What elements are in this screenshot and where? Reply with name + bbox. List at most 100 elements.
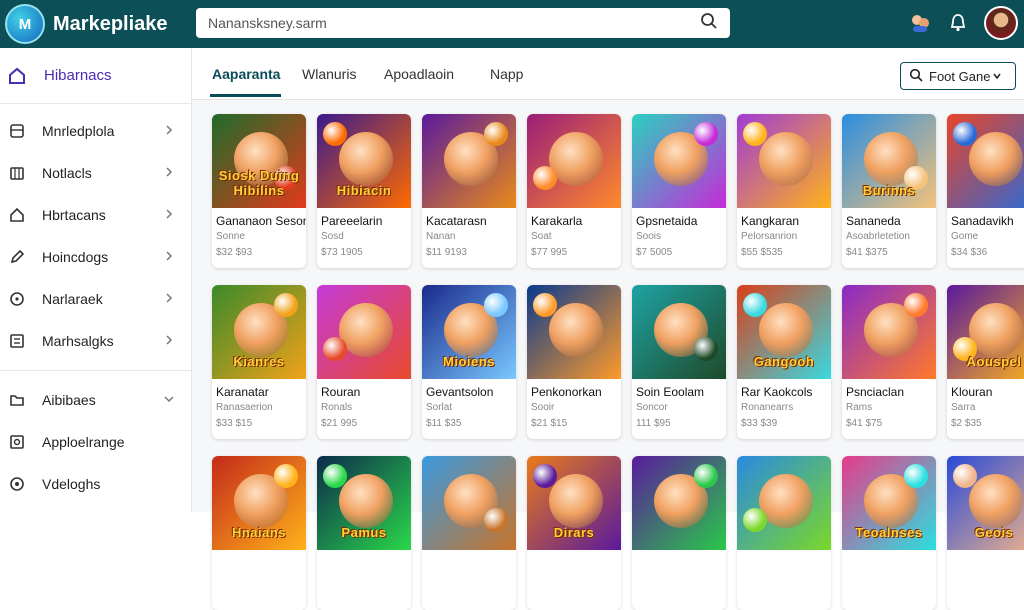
- game-card[interactable]: Kianres Karanatar Ranasaerion $33 $15: [212, 285, 306, 439]
- game-thumbnail[interactable]: Pamus: [317, 456, 411, 550]
- game-thumbnail[interactable]: [422, 456, 516, 550]
- game-thumbnail[interactable]: Dirars: [527, 456, 621, 550]
- game-logo-text: Burinns: [862, 183, 916, 198]
- sidebar-item-notlacls[interactable]: Notlacls: [0, 152, 191, 194]
- sidebar-item-apploelrange[interactable]: Apploelrange: [0, 421, 191, 463]
- game-category: Sosd: [321, 231, 344, 242]
- sidebar-item-narlaraek[interactable]: Narlaraek: [0, 278, 191, 320]
- game-category: Soncor: [636, 402, 668, 413]
- game-thumbnail[interactable]: [422, 114, 516, 208]
- game-card[interactable]: Soin Eoolam Soncor 111 $95: [632, 285, 726, 439]
- user-avatar[interactable]: [984, 6, 1018, 40]
- game-thumbnail[interactable]: [737, 114, 831, 208]
- game-thumbnail[interactable]: Hibiacin: [317, 114, 411, 208]
- sidebar-item-aibibaes[interactable]: Aibibaes: [0, 379, 191, 421]
- game-thumbnail[interactable]: Mioiens: [422, 285, 516, 379]
- game-thumbnail[interactable]: [737, 456, 831, 550]
- game-thumbnail[interactable]: [947, 114, 1024, 208]
- game-thumbnail[interactable]: Kianres: [212, 285, 306, 379]
- chevron-right-icon: [163, 165, 175, 183]
- sidebar-item-vdeloghs[interactable]: Vdeloghs: [0, 463, 191, 505]
- filter-button[interactable]: Foot Gane: [900, 62, 1016, 90]
- game-card[interactable]: [737, 456, 831, 610]
- game-thumbnail[interactable]: [632, 456, 726, 550]
- game-thumbnail[interactable]: Hnaians: [212, 456, 306, 550]
- game-card[interactable]: Gpsnetaida Soois $7 5005: [632, 114, 726, 268]
- game-card[interactable]: [422, 456, 516, 610]
- game-thumbnail[interactable]: Siosk Duing Hibilins: [212, 114, 306, 208]
- tab-bar: Aaparanta Wlanuris Apoadlaoin Napp Foot …: [192, 48, 1024, 100]
- brand[interactable]: M Markepliake: [5, 4, 168, 44]
- game-thumbnail[interactable]: [317, 285, 411, 379]
- game-category: Ranasaerion: [216, 402, 273, 413]
- game-thumbnail[interactable]: [527, 285, 621, 379]
- game-name: Karanatar: [216, 385, 269, 399]
- game-card[interactable]: Sanadavikh Gome $34 $36: [947, 114, 1024, 268]
- search-icon[interactable]: [700, 12, 718, 35]
- game-thumbnail[interactable]: Geois: [947, 456, 1024, 550]
- friends-icon[interactable]: [908, 11, 932, 35]
- tab-aaparanta[interactable]: Aaparanta: [212, 66, 280, 82]
- sidebar-header[interactable]: Hibarnacs: [0, 48, 191, 104]
- game-name: Penkonorkan: [531, 385, 602, 399]
- game-card[interactable]: Mioiens Gevantsolon Sorlat $11 $35: [422, 285, 516, 439]
- game-category: Asoabrletetion: [846, 231, 910, 242]
- game-card[interactable]: Rouran Ronals $21 995: [317, 285, 411, 439]
- sidebar-item-hbrtacans[interactable]: Hbrtacans: [0, 194, 191, 236]
- game-thumbnail[interactable]: [632, 114, 726, 208]
- sidebar-item-label: Notlacls: [42, 165, 92, 181]
- pen-icon: [8, 248, 26, 266]
- character-illustration: [339, 132, 393, 186]
- game-card[interactable]: Kangkaran Pelorsanrion $55 $535: [737, 114, 831, 268]
- sidebar-item-label: Vdeloghs: [42, 476, 101, 492]
- game-thumbnail[interactable]: Teoalnses: [842, 456, 936, 550]
- sidebar-item-mnrledplola[interactable]: Mnrledplola: [0, 110, 191, 152]
- game-thumbnail[interactable]: Burinns: [842, 114, 936, 208]
- app-logo[interactable]: M: [5, 4, 45, 44]
- tab-apoadlaoin[interactable]: Apoadlaoin: [384, 66, 454, 82]
- decorative-orb: [274, 293, 298, 317]
- game-card[interactable]: Geois: [947, 456, 1024, 610]
- game-card[interactable]: Pamus: [317, 456, 411, 610]
- game-card[interactable]: Penkonorkan Sooir $21 $15: [527, 285, 621, 439]
- app-title: Markepliake: [53, 12, 168, 35]
- game-thumbnail[interactable]: [632, 285, 726, 379]
- game-logo-text: Teoalnses: [855, 525, 923, 540]
- game-card[interactable]: Hnaians: [212, 456, 306, 610]
- character-illustration: [339, 474, 393, 528]
- tab-wlanuris[interactable]: Wlanuris: [302, 66, 356, 82]
- game-logo-text: Gangooh: [753, 354, 815, 369]
- sidebar-item-hoincdogs[interactable]: Hoincdogs: [0, 236, 191, 278]
- notification-bell-icon[interactable]: [946, 11, 970, 35]
- game-price: $55 $535: [741, 247, 783, 258]
- game-card[interactable]: Burinns Sananeda Asoabrletetion $41 $375: [842, 114, 936, 268]
- search-bar[interactable]: [196, 8, 730, 38]
- top-header: M Markepliake: [0, 0, 1024, 48]
- game-card[interactable]: Psnciaclan Rams $41 $75: [842, 285, 936, 439]
- search-input[interactable]: [208, 15, 700, 31]
- game-card[interactable]: [632, 456, 726, 610]
- chevron-right-icon: [163, 333, 175, 351]
- game-logo-text: Hnaians: [231, 525, 287, 540]
- game-price: $2 $35: [951, 418, 982, 429]
- sidebar-item-marhsalgks[interactable]: Marhsalgks: [0, 320, 191, 362]
- game-card[interactable]: Hibiacin Pareeelarin Sosd $73 1905: [317, 114, 411, 268]
- game-card[interactable]: Aouspel Klouran Sarra $2 $35: [947, 285, 1024, 439]
- game-thumbnail[interactable]: [842, 285, 936, 379]
- game-price: $11 9193: [426, 247, 467, 258]
- game-card[interactable]: Teoalnses: [842, 456, 936, 610]
- game-card[interactable]: Gangooh Rar Kaokcols Ronanearrs $33 $39: [737, 285, 831, 439]
- character-illustration: [549, 132, 603, 186]
- chevron-right-icon: [163, 291, 175, 309]
- decorative-orb: [484, 293, 508, 317]
- game-name: Soin Eoolam: [636, 385, 705, 399]
- game-thumbnail[interactable]: [527, 114, 621, 208]
- game-thumbnail[interactable]: Gangooh: [737, 285, 831, 379]
- tab-napp[interactable]: Napp: [490, 66, 523, 82]
- game-card[interactable]: Kacatarasn Nanan $11 9193: [422, 114, 516, 268]
- game-thumbnail[interactable]: Aouspel: [947, 285, 1024, 379]
- game-card[interactable]: Siosk Duing Hibilins Gananaon Seson Sonne $…: [212, 114, 306, 268]
- game-card[interactable]: Karakarla Soat $77 995: [527, 114, 621, 268]
- game-category: Rams: [846, 402, 873, 413]
- game-card[interactable]: Dirars: [527, 456, 621, 610]
